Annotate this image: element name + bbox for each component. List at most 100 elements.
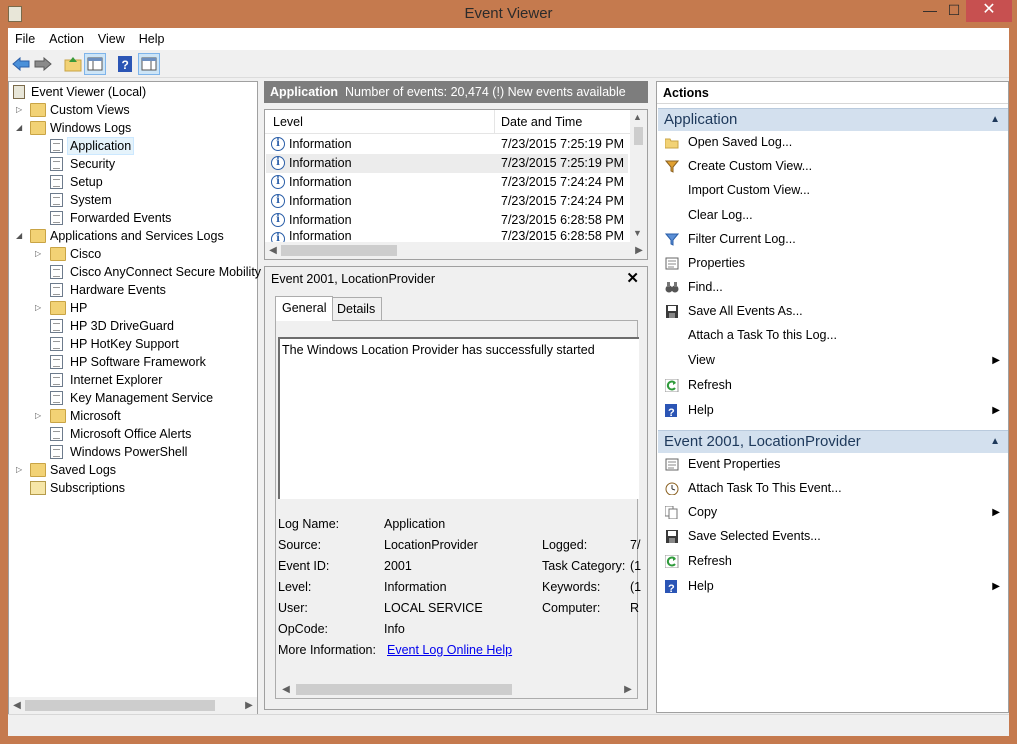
scrollbar-thumb[interactable] <box>634 127 643 145</box>
table-row[interactable]: i Information 7/23/2015 7:24:24 PM <box>266 192 628 211</box>
tree-item-microsoft-office-alerts[interactable]: Microsoft Office Alerts <box>9 425 257 443</box>
action-refresh[interactable]: Refresh <box>657 374 1008 397</box>
tree-item-setup[interactable]: Setup <box>9 173 257 191</box>
scroll-up-arrow-icon[interactable]: ▲ <box>633 112 642 122</box>
detail-horizontal-scrollbar[interactable]: ◀ ▶ <box>278 681 636 698</box>
minimize-button[interactable]: — <box>918 0 942 22</box>
tree-item-custom-views[interactable]: ▷ Custom Views <box>9 101 257 119</box>
list-horizontal-scrollbar[interactable]: ◀ ▶ <box>265 242 647 259</box>
scroll-right-arrow-icon[interactable]: ▶ <box>631 242 647 259</box>
action-properties[interactable]: Properties <box>657 252 1008 275</box>
tree-item-cisco-anyconnect[interactable]: Cisco AnyConnect Secure Mobility <box>9 263 261 281</box>
action-attach-task-to-event[interactable]: Attach Task To This Event... <box>657 477 1008 500</box>
action-find[interactable]: Find... <box>657 276 1008 299</box>
scroll-left-arrow-icon[interactable]: ◀ <box>278 681 294 698</box>
back-button[interactable] <box>10 53 32 75</box>
tree-item-hp-hotkey-support[interactable]: HP HotKey Support <box>9 335 257 353</box>
action-create-custom-view[interactable]: Create Custom View... <box>657 155 1008 178</box>
scroll-right-arrow-icon[interactable]: ▶ <box>620 681 636 698</box>
collapse-caret-icon[interactable]: ▲ <box>990 109 1000 131</box>
expand-arrow-icon[interactable]: ▷ <box>16 101 26 119</box>
close-detail-icon[interactable]: ✕ <box>626 269 639 287</box>
action-attach-task-to-log[interactable]: Attach a Task To this Log... <box>657 324 1008 347</box>
action-label: Save All Events As... <box>688 304 803 318</box>
up-folder-button[interactable] <box>62 53 84 75</box>
tree-item-event-viewer-local[interactable]: Event Viewer (Local) <box>9 83 257 101</box>
action-filter-current-log[interactable]: Filter Current Log... <box>657 228 1008 251</box>
action-view[interactable]: View ▶ <box>657 349 1008 372</box>
action-clear-log[interactable]: Clear Log... <box>657 204 1008 227</box>
action-open-saved-log[interactable]: Open Saved Log... <box>657 131 1008 154</box>
action-save-all-events-as[interactable]: Save All Events As... <box>657 300 1008 323</box>
column-header-date[interactable]: Date and Time <box>501 115 582 129</box>
table-row[interactable]: i Information 7/23/2015 7:24:24 PM <box>266 173 628 192</box>
tree-item-hp-3d-driveguard[interactable]: HP 3D DriveGuard <box>9 317 257 335</box>
tab-details[interactable]: Details <box>330 297 383 320</box>
column-header-level[interactable]: Level <box>273 115 303 129</box>
collapse-caret-icon[interactable]: ▲ <box>990 431 1000 453</box>
tree-item-security[interactable]: Security <box>9 155 257 173</box>
actions-section-application[interactable]: Application ▲ <box>658 108 1008 131</box>
help-button[interactable]: ? <box>114 53 136 75</box>
action-event-properties[interactable]: Event Properties <box>657 453 1008 476</box>
menu-help[interactable]: Help <box>132 28 172 50</box>
tree-item-key-management-service[interactable]: Key Management Service <box>9 389 257 407</box>
scrollbar-thumb[interactable] <box>25 700 215 711</box>
action-import-custom-view[interactable]: Import Custom View... <box>657 179 1008 202</box>
scroll-left-arrow-icon[interactable]: ◀ <box>265 242 281 259</box>
tree-item-windows-logs[interactable]: ◢ Windows Logs <box>9 119 257 137</box>
show-hide-action-pane-button[interactable] <box>138 53 160 75</box>
tree-item-system[interactable]: System <box>9 191 257 209</box>
tree-horizontal-scrollbar[interactable]: ◀ ▶ <box>9 697 257 714</box>
tree-item-application[interactable]: Application <box>9 137 257 155</box>
tree-item-forwarded-events[interactable]: Forwarded Events <box>9 209 257 227</box>
scrollbar-thumb[interactable] <box>296 684 512 695</box>
expand-arrow-icon[interactable]: ▷ <box>16 461 26 479</box>
action-help-event[interactable]: ? Help ▶ <box>657 575 1008 598</box>
tree-item-hardware-events[interactable]: Hardware Events <box>9 281 257 299</box>
event-detail-title: Event 2001, LocationProvider <box>271 272 435 286</box>
information-icon: i <box>271 194 285 208</box>
table-row[interactable]: i Information 7/23/2015 6:28:58 PM <box>266 211 628 230</box>
expand-arrow-icon[interactable]: ▷ <box>35 245 45 263</box>
tree-item-hp[interactable]: ▷ HP <box>9 299 257 317</box>
scrollbar-thumb[interactable] <box>281 245 397 256</box>
log-name-title: Application <box>270 85 339 99</box>
action-help[interactable]: ? Help ▶ <box>657 399 1008 422</box>
scroll-right-arrow-icon[interactable]: ▶ <box>241 697 257 714</box>
menu-view[interactable]: View <box>91 28 132 50</box>
tree-item-windows-powershell[interactable]: Windows PowerShell <box>9 443 257 461</box>
scroll-left-arrow-icon[interactable]: ◀ <box>9 697 25 714</box>
menu-action[interactable]: Action <box>42 28 91 50</box>
table-row[interactable]: i Information 7/23/2015 7:25:19 PM <box>266 154 628 173</box>
forward-button[interactable] <box>32 53 54 75</box>
tab-general[interactable]: General <box>275 296 334 321</box>
maximize-button[interactable]: ☐ <box>942 0 966 22</box>
tree-item-cisco[interactable]: ▷ Cisco <box>9 245 257 263</box>
collapse-arrow-icon[interactable]: ◢ <box>16 227 26 245</box>
tree-item-subscriptions[interactable]: Subscriptions <box>9 479 257 497</box>
action-copy[interactable]: Copy ▶ <box>657 501 1008 524</box>
tree-item-internet-explorer[interactable]: Internet Explorer <box>9 371 257 389</box>
event-log-online-help-link[interactable]: Event Log Online Help <box>387 643 512 657</box>
action-label: Filter Current Log... <box>688 232 796 246</box>
list-vertical-scrollbar[interactable]: ▲ ▼ <box>630 110 647 242</box>
expand-arrow-icon[interactable]: ▷ <box>35 299 45 317</box>
table-row[interactable]: i Information 7/23/2015 7:25:19 PM <box>266 135 628 154</box>
table-row[interactable]: i Information 7/23/2015 6:28:58 PM <box>266 230 628 242</box>
collapse-arrow-icon[interactable]: ◢ <box>16 119 26 137</box>
tree-item-hp-software-framework[interactable]: HP Software Framework <box>9 353 257 371</box>
column-divider[interactable] <box>494 110 495 134</box>
tree-item-saved-logs[interactable]: ▷ Saved Logs <box>9 461 257 479</box>
show-hide-tree-button[interactable] <box>84 53 106 75</box>
close-button[interactable]: ✕ <box>966 0 1012 22</box>
submenu-arrow-icon: ▶ <box>992 405 1000 416</box>
action-refresh-event[interactable]: Refresh <box>657 550 1008 573</box>
tree-item-microsoft[interactable]: ▷ Microsoft <box>9 407 257 425</box>
scroll-down-arrow-icon[interactable]: ▼ <box>633 228 642 238</box>
action-save-selected-events[interactable]: Save Selected Events... <box>657 525 1008 548</box>
tree-item-applications-and-services-logs[interactable]: ◢ Applications and Services Logs <box>9 227 257 245</box>
expand-arrow-icon[interactable]: ▷ <box>35 407 45 425</box>
menu-file[interactable]: File <box>8 28 42 50</box>
actions-section-event[interactable]: Event 2001, LocationProvider ▲ <box>658 430 1008 453</box>
